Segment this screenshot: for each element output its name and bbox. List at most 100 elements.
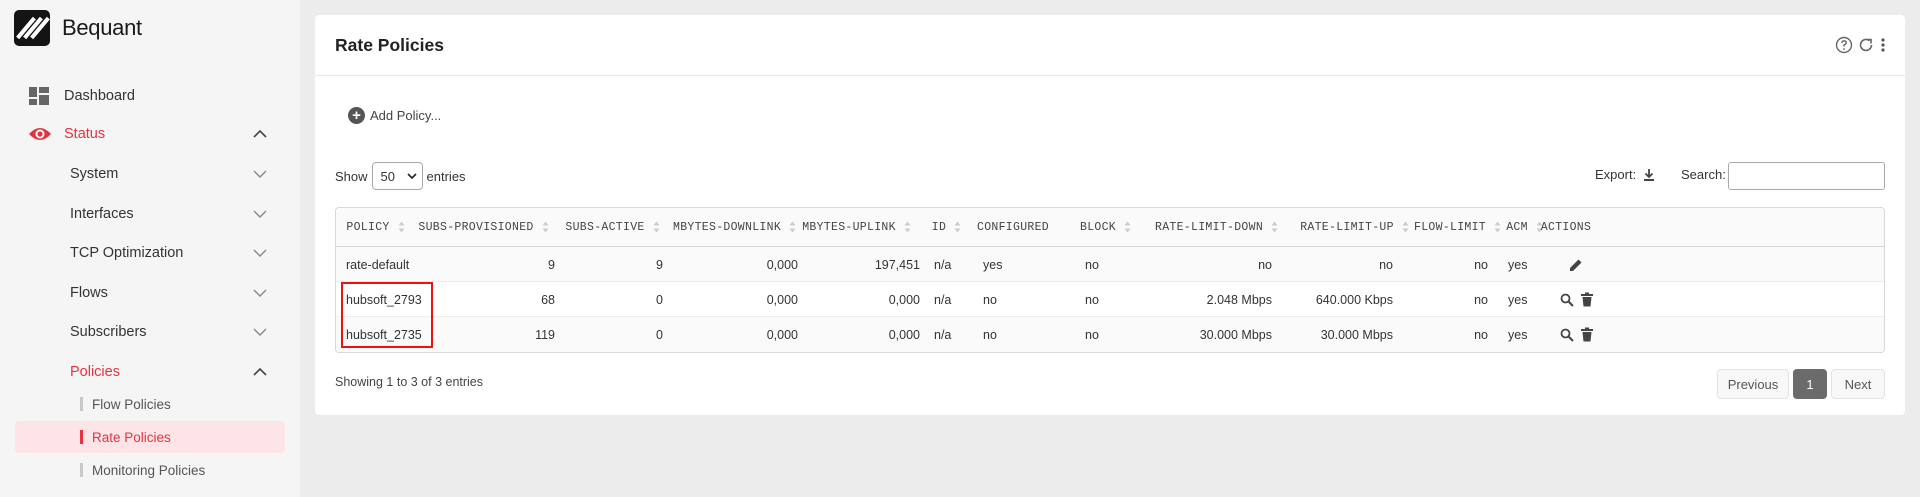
cell-acm: yes: [1508, 292, 1528, 307]
column-header-block[interactable]: BLOCK: [1080, 208, 1116, 247]
nav-subscribers[interactable]: Subscribers: [0, 317, 300, 347]
refresh-icon[interactable]: [1857, 36, 1875, 54]
add-policy-button[interactable]: + Add Policy...: [348, 107, 441, 124]
table-row[interactable]: hubsoft_2735 119 0 0,000 0,000 n/a no no 30.000 …: [336, 317, 1884, 352]
nav-flows-label: Flows: [70, 285, 108, 301]
cell-block: no: [1085, 257, 1099, 272]
column-header-subs-provisioned[interactable]: SUBS-PROVISIONED: [418, 208, 533, 247]
cell-rate-limit-down: 2.048 Mbps: [1206, 292, 1272, 307]
nav-policies-label: Policies: [70, 364, 120, 380]
cell-configured: no: [983, 327, 997, 342]
cell-policy: hubsoft_2735: [346, 327, 422, 342]
table-row[interactable]: hubsoft_2793 68 0 0,000 0,000 n/a no no 2.048 Mb…: [336, 282, 1884, 317]
dashboard-icon: [29, 87, 49, 105]
cell-rate-limit-down: no: [1258, 257, 1272, 272]
help-icon[interactable]: [1835, 36, 1853, 54]
cell-mbytes-uplink: 0,000: [888, 327, 920, 342]
column-header-policy[interactable]: POLICY: [346, 208, 389, 247]
nav-subscribers-label: Subscribers: [70, 324, 147, 340]
bequant-logo-icon: [14, 10, 50, 46]
nav-status[interactable]: Status: [0, 119, 300, 149]
cell-rate-limit-down: 30.000 Mbps: [1199, 327, 1272, 342]
trash-icon[interactable]: [1580, 292, 1594, 307]
nav-system[interactable]: System: [0, 159, 300, 189]
cell-subs-provisioned: 68: [541, 292, 555, 307]
nav-flows[interactable]: Flows: [0, 278, 300, 308]
sort-arrows-icon: [789, 221, 796, 233]
column-header-rate-limit-up[interactable]: RATE-LIMIT-UP: [1300, 208, 1394, 247]
brand[interactable]: Bequant: [14, 10, 142, 46]
nav-interfaces-label: Interfaces: [70, 206, 134, 222]
next-page-button[interactable]: Next: [1831, 369, 1885, 399]
chevron-down-icon: [406, 172, 417, 179]
cell-flow-limit: no: [1474, 292, 1488, 307]
rate-policies-table: POLICY SUBS-PROVISIONED SUBS-ACTIVE MBYTES-…: [335, 207, 1885, 353]
trash-icon[interactable]: [1580, 327, 1594, 342]
column-header-id[interactable]: ID: [932, 208, 946, 247]
eye-icon: [29, 128, 51, 140]
row-actions: [1568, 247, 1584, 282]
sort-arrows-icon: [1124, 221, 1131, 233]
cell-rate-limit-up: 640.000 Kbps: [1315, 292, 1393, 307]
nav-system-label: System: [70, 166, 119, 182]
nav-status-label: Status: [64, 126, 106, 142]
cell-mbytes-uplink: 0,000: [888, 292, 920, 307]
table-row[interactable]: rate-default 9 9 0,000 197,451 n/a yes no no no no…: [336, 247, 1884, 282]
entries-select[interactable]: 50: [371, 162, 423, 190]
table-info: Showing 1 to 3 of 3 entries: [335, 375, 484, 389]
nav-dashboard[interactable]: Dashboard: [0, 81, 300, 111]
more-vert-icon[interactable]: [1879, 36, 1887, 54]
chevron-down-icon: [252, 325, 268, 339]
search-icon[interactable]: [1560, 293, 1574, 307]
column-header-acm[interactable]: ACM: [1506, 208, 1528, 247]
cell-subs-provisioned: 119: [535, 327, 555, 342]
sub-item-flow-policies[interactable]: Flow Policies: [80, 393, 171, 415]
export-label: Export:: [1595, 167, 1637, 182]
sort-arrows-icon: [542, 221, 549, 233]
sub-item-monitoring-policies[interactable]: Monitoring Policies: [80, 459, 205, 481]
brand-name: Bequant: [62, 15, 142, 40]
sub-item-label: Rate Policies: [92, 429, 171, 445]
nav-tcp-optimization-label: TCP Optimization: [70, 245, 184, 261]
pagination: Previous 1 Next: [1717, 369, 1885, 399]
cell-policy: hubsoft_2793: [346, 292, 422, 307]
column-header-flow-limit[interactable]: FLOW-LIMIT: [1414, 208, 1486, 247]
sub-item-label: Flow Policies: [92, 396, 171, 412]
entries-label: entries: [426, 168, 466, 184]
chevron-up-icon: [252, 127, 268, 141]
chevron-down-icon: [252, 246, 268, 260]
edit-icon[interactable]: [1568, 257, 1584, 273]
column-header-rate-limit-down[interactable]: RATE-LIMIT-DOWN: [1155, 208, 1263, 247]
sort-arrows-icon: [653, 221, 660, 233]
column-header-configured[interactable]: CONFIGURED: [977, 208, 1049, 247]
search-label: Search:: [1681, 167, 1726, 182]
chevron-down-icon: [252, 167, 268, 181]
cell-mbytes-downlink: 0,000: [766, 257, 798, 272]
sub-item-bar: [80, 397, 83, 411]
sub-item-rate-policies[interactable]: Rate Policies: [80, 426, 171, 448]
cell-flow-limit: no: [1474, 327, 1488, 342]
nav-tcp-optimization[interactable]: TCP Optimization: [0, 238, 300, 268]
add-policy-label: Add Policy...: [370, 108, 442, 123]
cell-policy: rate-default: [346, 257, 410, 272]
search-icon[interactable]: [1560, 328, 1574, 342]
previous-page-button[interactable]: Previous: [1717, 369, 1789, 399]
export-button[interactable]: Export:: [1595, 167, 1656, 182]
cell-rate-limit-up: 30.000 Mbps: [1320, 327, 1393, 342]
search-input[interactable]: [1728, 162, 1885, 190]
cell-flow-limit: no: [1474, 257, 1488, 272]
nav-policies[interactable]: Policies: [0, 357, 300, 387]
column-header-mbytes-uplink[interactable]: MBYTES-UPLINK: [802, 208, 896, 247]
cell-mbytes-downlink: 0,000: [766, 327, 798, 342]
column-header-actions[interactable]: ACTIONS: [1541, 208, 1591, 247]
cell-id: n/a: [934, 292, 952, 307]
column-header-subs-active[interactable]: SUBS-ACTIVE: [565, 208, 644, 247]
column-header-mbytes-downlink[interactable]: MBYTES-DOWNLINK: [673, 208, 781, 247]
page-1-button[interactable]: 1: [1793, 369, 1827, 399]
cell-subs-active: 0: [656, 292, 663, 307]
nav-interfaces[interactable]: Interfaces: [0, 199, 300, 229]
card-header-actions: [1835, 36, 1887, 54]
sub-item-bar: [80, 430, 83, 444]
sidebar: Bequant Dashboard Status System Interfac…: [0, 0, 300, 497]
table-header: POLICY SUBS-PROVISIONED SUBS-ACTIVE MBYTES-…: [336, 208, 1884, 247]
